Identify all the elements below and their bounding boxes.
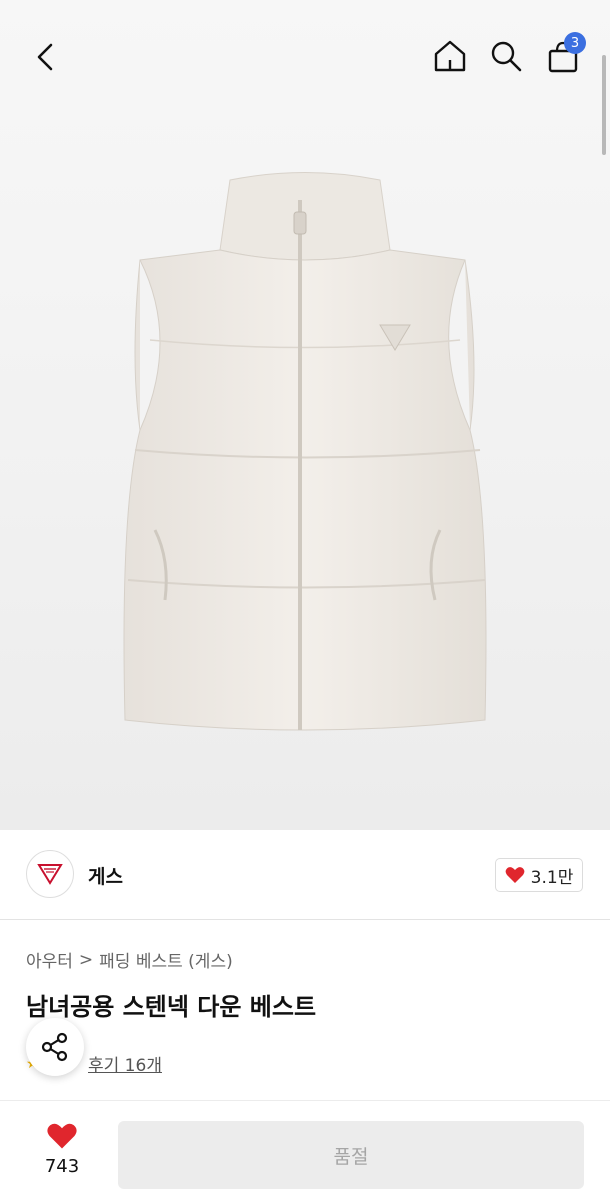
brand-logo[interactable] (26, 850, 74, 898)
brand-like-count: 3.1만 (530, 867, 574, 888)
breadcrumb-category[interactable]: 아우터 (26, 947, 73, 972)
wishlist-count: 743 (44, 1156, 80, 1177)
chevron-right-icon: > (78, 949, 94, 970)
wishlist-button[interactable]: 743 (30, 1122, 94, 1177)
review-link[interactable]: 후기 16개 (88, 1051, 162, 1076)
share-icon (41, 1032, 68, 1062)
heart-icon (505, 867, 525, 883)
home-icon[interactable] (432, 38, 468, 74)
share-button[interactable] (26, 1018, 84, 1076)
back-arrow-icon[interactable] (28, 40, 62, 74)
sold-out-button[interactable]: 품절 (118, 1121, 584, 1189)
product-image (110, 160, 500, 744)
top-navigation-bar: 3 (0, 0, 610, 110)
product-title: 남녀공용 스텐넥 다운 베스트 (26, 993, 317, 1021)
heart-icon (47, 1123, 77, 1149)
cart-count-badge: 3 (564, 32, 586, 54)
scrollbar[interactable] (602, 55, 606, 155)
product-image-area[interactable] (0, 0, 610, 830)
brand-like-button[interactable]: 3.1만 (495, 858, 583, 892)
search-icon[interactable] (488, 38, 524, 74)
breadcrumb-subcategory[interactable]: 패딩 베스트 (게스) (99, 947, 233, 972)
breadcrumb: 아우터 > 패딩 베스트 (게스) (26, 947, 233, 973)
shopping-bag-icon[interactable]: 3 (546, 32, 586, 74)
brand-name[interactable]: 게스 (88, 862, 123, 889)
